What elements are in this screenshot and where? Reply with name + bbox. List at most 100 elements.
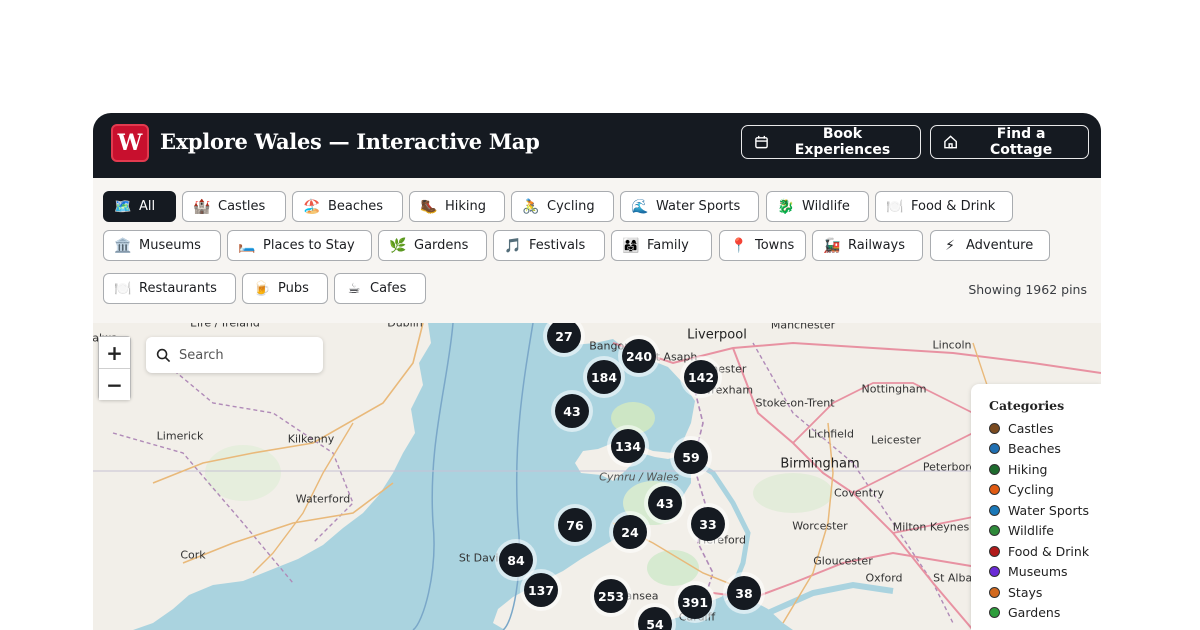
filter-chip-label: Family xyxy=(647,238,689,253)
cluster-pin[interactable]: 134 xyxy=(611,429,645,463)
filter-chip-label: Festivals xyxy=(529,238,586,253)
book-experiences-button[interactable]: Book Experiences xyxy=(741,125,921,159)
cluster-pin[interactable]: 43 xyxy=(648,486,682,520)
book-experiences-label: Book Experiences xyxy=(794,126,891,158)
legend-swatch xyxy=(989,463,1000,475)
cluster-pin[interactable]: 38 xyxy=(727,576,761,610)
train-icon: 🚂 xyxy=(823,237,841,254)
cluster-pin[interactable]: 391 xyxy=(678,585,712,619)
place-label: Eire / Ireland xyxy=(190,323,260,330)
museum-icon: 🏛️ xyxy=(114,237,132,254)
filter-chip-label: Cycling xyxy=(547,199,595,214)
filter-chip-beaches[interactable]: 🏖️ Beaches xyxy=(292,191,403,222)
legend-label: Stays xyxy=(1008,584,1043,600)
map-card: W Explore Wales — Interactive Map Book E… xyxy=(93,113,1101,630)
legend-item: Museums xyxy=(989,562,1101,583)
filter-chip-wildlife[interactable]: 🐉 Wildlife xyxy=(766,191,869,222)
legend-item: Hiking xyxy=(989,459,1101,480)
legend-swatch xyxy=(989,525,1000,537)
legend-swatch xyxy=(989,607,1000,619)
legend-label: Cycling xyxy=(1008,482,1054,498)
zoom-in-button[interactable]: + xyxy=(99,337,130,368)
filter-chip-towns[interactable]: 📍 Towns xyxy=(719,230,806,261)
cluster-pin[interactable]: 142 xyxy=(684,360,718,394)
legend-label: Gardens xyxy=(1008,605,1061,621)
beer-icon: 🍺 xyxy=(253,280,271,297)
legend-item: Wildlife xyxy=(989,521,1101,542)
cluster-pin[interactable]: 33 xyxy=(691,507,725,541)
place-label: Milton Keynes xyxy=(892,520,970,534)
logo: W xyxy=(111,124,149,162)
cluster-pin[interactable]: 253 xyxy=(594,579,628,613)
filter-chip-cycling[interactable]: 🚴 Cycling xyxy=(511,191,614,222)
filter-chip-railways[interactable]: 🚂 Railways xyxy=(812,230,923,261)
page-title: Explore Wales — Interactive Map xyxy=(160,129,540,154)
filter-chip-label: Water Sports xyxy=(656,199,741,214)
find-cottage-button[interactable]: Find a Cottage xyxy=(930,125,1089,159)
cluster-pin[interactable]: 24 xyxy=(613,515,647,549)
search-input[interactable] xyxy=(179,347,309,363)
leaf-icon: 🌿 xyxy=(389,237,407,254)
lightning-icon: ⚡ xyxy=(945,237,955,254)
place-label: Manchester xyxy=(770,323,836,332)
place-label: Cork xyxy=(180,548,206,562)
find-cottage-label: Find a Cottage xyxy=(989,126,1053,158)
filter-chip-cafes[interactable]: ☕ Cafes xyxy=(334,273,426,304)
filter-chip-museums[interactable]: 🏛️ Museums xyxy=(103,230,221,261)
filter-chip-label: Gardens xyxy=(414,238,469,253)
filter-chip-places-to-stay[interactable]: 🛏️ Places to Stay xyxy=(227,230,372,261)
legend-item: Cycling xyxy=(989,480,1101,501)
cluster-pin[interactable]: 76 xyxy=(558,508,592,542)
legend-swatch xyxy=(989,566,1000,578)
legend-swatch xyxy=(989,586,1000,598)
filter-chip-hiking[interactable]: 🥾 Hiking xyxy=(409,191,505,222)
place-label: Coventry xyxy=(833,486,885,500)
beach-icon: 🏖️ xyxy=(303,198,321,215)
cluster-pin[interactable]: 184 xyxy=(587,360,621,394)
filter-chip-all[interactable]: 🗺️ All xyxy=(103,191,176,222)
calendar-icon xyxy=(755,135,768,149)
filter-chip-festivals[interactable]: 🎵 Festivals xyxy=(493,230,605,261)
filter-chip-label: Cafes xyxy=(370,281,407,296)
filter-chip-pubs[interactable]: 🍺 Pubs xyxy=(242,273,328,304)
legend-label: Museums xyxy=(1008,564,1068,580)
filter-chip-label: Towns xyxy=(755,238,795,253)
place-label: Liverpool xyxy=(687,327,747,343)
cluster-pin[interactable]: 240 xyxy=(622,339,656,373)
map-view[interactable]: Eire / Ireland Dublin Manchester Liverpool B… xyxy=(93,323,1101,630)
place-label: Kilkenny xyxy=(287,432,335,446)
zoom-out-button[interactable]: − xyxy=(99,369,130,400)
filter-chip-castles[interactable]: 🏰 Castles xyxy=(182,191,286,222)
plate-icon: 🍽️ xyxy=(886,198,904,215)
filter-chip-label: Food & Drink xyxy=(911,199,996,214)
map-icon: 🗺️ xyxy=(114,198,132,215)
filter-chip-label: Railways xyxy=(848,238,906,253)
filter-chip-label: Places to Stay xyxy=(263,238,355,253)
filter-chip-family[interactable]: 👨‍👩‍👧 Family xyxy=(611,230,712,261)
boot-icon: 🥾 xyxy=(420,198,438,215)
legend-swatch xyxy=(989,484,1000,496)
legend-label: Castles xyxy=(1008,420,1054,436)
zoom-control: + − xyxy=(98,336,131,400)
filter-chip-label: Castles xyxy=(218,199,266,214)
filter-chip-adventure[interactable]: ⚡ Adventure xyxy=(930,230,1050,261)
place-label: Stoke-on-Trent xyxy=(755,396,835,410)
dragon-icon: 🐉 xyxy=(777,198,795,215)
filter-chip-restaurants[interactable]: 🍽️ Restaurants xyxy=(103,273,236,304)
coffee-icon: ☕ xyxy=(347,280,361,297)
legend-item: Stays xyxy=(989,582,1101,603)
legend-item: Food & Drink xyxy=(989,541,1101,562)
filter-chip-label: Museums xyxy=(139,238,201,253)
filter-chip-gardens[interactable]: 🌿 Gardens xyxy=(378,230,487,261)
cluster-pin[interactable]: 137 xyxy=(524,573,558,607)
place-label: Birmingham xyxy=(780,456,860,472)
cluster-pin[interactable]: 59 xyxy=(674,440,708,474)
cluster-pin[interactable]: 43 xyxy=(555,394,589,428)
filter-chip-water-sports[interactable]: 🌊 Water Sports xyxy=(620,191,759,222)
legend-label: Food & Drink xyxy=(1008,543,1090,559)
castle-icon: 🏰 xyxy=(193,198,211,215)
cluster-pin[interactable]: 84 xyxy=(499,543,533,577)
legend-swatch xyxy=(989,422,1000,434)
filter-chip-food-drink[interactable]: 🍽️ Food & Drink xyxy=(875,191,1013,222)
bed-icon: 🛏️ xyxy=(238,237,256,254)
